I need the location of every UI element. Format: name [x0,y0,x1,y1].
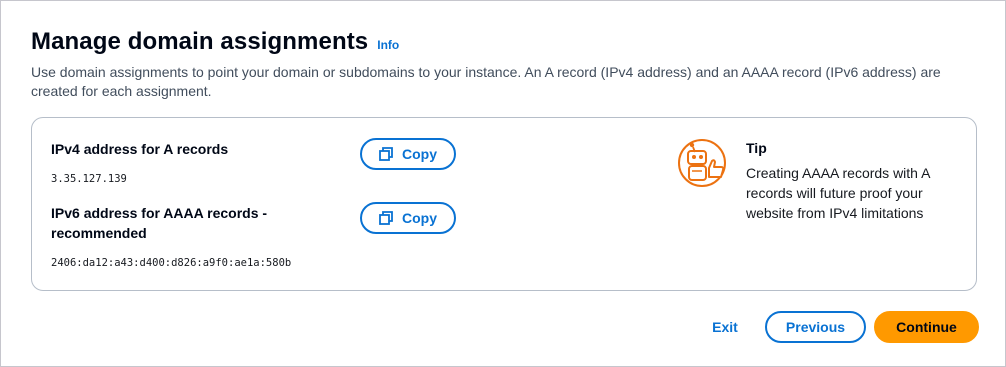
ipv6-value: 2406:da12:a43:d400:d826:a9f0:ae1a:580b [51,257,292,269]
copy-ipv4-label: Copy [402,146,437,162]
address-panel: IPv4 address for A records 3.35.127.139 … [31,117,977,291]
ipv4-value: 3.35.127.139 [51,173,127,185]
copy-icon [379,211,393,225]
tip-text: Creating AAAA records with A records wil… [746,165,930,221]
title-row: Manage domain assignments Info [31,28,399,56]
ipv6-label: IPv6 address for AAAA records - recommen… [51,205,268,241]
continue-button[interactable]: Continue [874,311,979,343]
dialog-frame: Manage domain assignments Info Use domai… [0,0,1006,367]
copy-ipv6-button[interactable]: Copy [360,202,456,234]
ipv4-label: IPv4 address for A records [51,141,229,157]
robot-thumbs-up-icon [678,139,726,187]
page-title: Manage domain assignments [31,28,369,55]
copy-ipv4-button[interactable]: Copy [360,138,456,170]
copy-ipv6-label: Copy [402,210,437,226]
exit-button[interactable]: Exit [695,311,755,343]
previous-button[interactable]: Previous [765,311,866,343]
page-description: Use domain assignments to point your dom… [31,64,941,99]
tip-title: Tip [746,140,767,156]
info-link[interactable]: Info [377,38,399,52]
copy-icon [379,147,393,161]
